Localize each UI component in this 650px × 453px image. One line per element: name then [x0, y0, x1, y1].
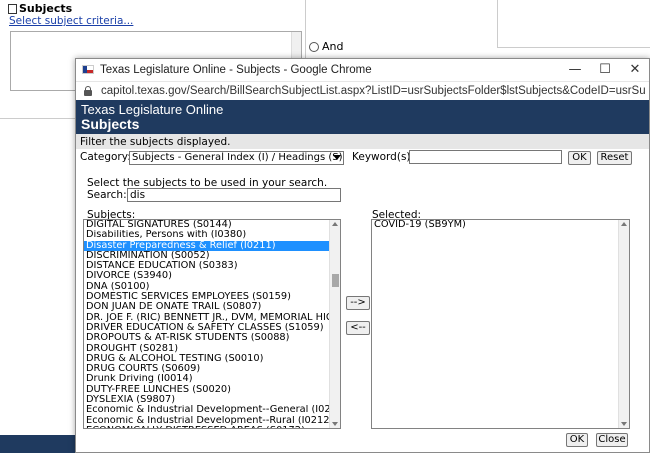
subjects-items: DIGITAL SIGNATURES (S0144) Disabilities, … — [84, 220, 340, 428]
remove-subject-button[interactable]: <-- — [346, 321, 370, 335]
category-select[interactable]: Subjects - General Index (I) / Headings … — [129, 151, 344, 165]
subject-list-item[interactable]: DUTY-FREE LUNCHES (S0020) — [84, 385, 340, 395]
subjects-popup-window: Texas Legislature Online - Subjects - Go… — [75, 58, 650, 453]
selected-scrollbar[interactable] — [618, 220, 629, 428]
subject-list-item[interactable]: DRIVER EDUCATION & SAFETY CLASSES (S1059… — [84, 323, 340, 333]
scroll-down-icon[interactable] — [332, 422, 338, 426]
subject-list-item[interactable]: Drunk Driving (I0014) — [84, 374, 340, 384]
subject-list-item[interactable]: Disaster Preparedness & Relief (I0211) — [84, 240, 340, 251]
keyword-input[interactable] — [409, 150, 562, 164]
footer-ok-button[interactable]: OK — [566, 433, 588, 447]
search-input[interactable]: dis — [127, 188, 341, 202]
window-titlebar[interactable]: Texas Legislature Online - Subjects - Go… — [76, 59, 649, 81]
subject-list-item[interactable]: DIGITAL SIGNATURES (S0144) — [84, 220, 340, 230]
subject-list-item[interactable]: DON JUAN DE ONATE TRAIL (S0807) — [84, 302, 340, 312]
subject-list-item[interactable]: DISCRIMINATION (S0052) — [84, 251, 340, 261]
subject-list-item[interactable]: DOMESTIC SERVICES EMPLOYEES (S0159) — [84, 292, 340, 302]
background-radio-and[interactable]: And — [309, 40, 343, 53]
add-subject-button[interactable]: --> — [346, 296, 370, 310]
subject-list-item[interactable]: DISTANCE EDUCATION (S0383) — [84, 261, 340, 271]
selected-list-item[interactable]: COVID-19 (SB9YM) — [372, 220, 629, 231]
chevron-down-icon — [333, 155, 341, 160]
close-window-button[interactable]: ✕ — [626, 62, 644, 78]
background-divider — [0, 118, 80, 119]
selected-listbox[interactable]: COVID-19 (SB9YM) — [371, 219, 630, 429]
subject-list-item[interactable]: ECONOMICALLY DISTRESSED AREAS (S0172) — [84, 426, 340, 428]
url-text[interactable]: capitol.texas.gov/Search/BillSearchSubje… — [101, 85, 646, 97]
window-title: Texas Legislature Online - Subjects - Go… — [100, 64, 372, 76]
scroll-thumb[interactable] — [332, 274, 339, 287]
footer-close-button[interactable]: Close — [596, 433, 628, 447]
subject-list-item[interactable]: DR. JOE F. (RIC) BENNETT JR., DVM, MEMOR… — [84, 313, 340, 323]
page-title: Subjects — [81, 116, 140, 132]
maximize-button[interactable]: ☐ — [596, 62, 614, 78]
subject-list-item[interactable]: DROUGHT (S0281) — [84, 344, 340, 354]
subjects-listbox[interactable]: DIGITAL SIGNATURES (S0144) Disabilities, … — [83, 219, 341, 429]
select-subject-criteria-link[interactable]: Select subject criteria... — [9, 15, 133, 27]
subject-list-item[interactable]: DNA (S0100) — [84, 282, 340, 292]
lock-icon — [84, 86, 92, 96]
subject-list-item[interactable]: Economic & Industrial Development--Rural… — [84, 416, 340, 426]
background-footer-bar — [0, 435, 80, 453]
category-select-value: Subjects - General Index (I) / Headings … — [132, 152, 343, 163]
scroll-up-icon[interactable] — [621, 222, 627, 226]
reset-button[interactable]: Reset — [597, 151, 632, 165]
keyword-label: Keyword(s): — [352, 151, 415, 163]
subject-list-item[interactable]: DIVORCE (S3940) — [84, 271, 340, 281]
site-banner: Texas Legislature Online Subjects — [76, 100, 649, 134]
filter-ok-button[interactable]: OK — [568, 151, 591, 165]
scroll-up-icon[interactable] — [332, 222, 338, 226]
subject-list-item[interactable]: DYSLEXIA (S9807) — [84, 395, 340, 405]
search-label: Search: — [87, 189, 127, 201]
radio-icon — [309, 41, 319, 52]
subject-list-item[interactable]: Economic & Industrial Development--Gener… — [84, 405, 340, 415]
address-bar[interactable]: capitol.texas.gov/Search/BillSearchSubje… — [76, 81, 649, 100]
minimize-button[interactable]: — — [566, 62, 584, 78]
scroll-down-icon[interactable] — [621, 422, 627, 426]
selected-items: COVID-19 (SB9YM) — [372, 220, 629, 231]
site-title: Texas Legislature Online — [81, 102, 224, 117]
help-icon — [8, 3, 17, 14]
texas-flag-icon — [82, 65, 94, 74]
subject-list-item[interactable]: DRUG & ALCOHOL TESTING (S0010) — [84, 354, 340, 364]
subject-list-item[interactable]: Disabilities, Persons with (I0380) — [84, 230, 340, 240]
subjects-scrollbar[interactable] — [329, 220, 340, 428]
filter-row: Category: Subjects - General Index (I) /… — [76, 149, 649, 167]
category-label: Category: — [80, 151, 131, 163]
background-subjects-tab[interactable]: Subjects — [8, 2, 72, 15]
subject-list-item[interactable]: DRUG COURTS (S0609) — [84, 364, 340, 374]
background-radio-and-label: And — [322, 40, 344, 53]
background-tab-label: Subjects — [19, 2, 73, 15]
subject-list-item[interactable]: DROPOUTS & AT-RISK STUDENTS (S0088) — [84, 333, 340, 343]
filter-header: Filter the subjects displayed. — [76, 134, 649, 149]
background-right-panel — [497, 0, 650, 48]
